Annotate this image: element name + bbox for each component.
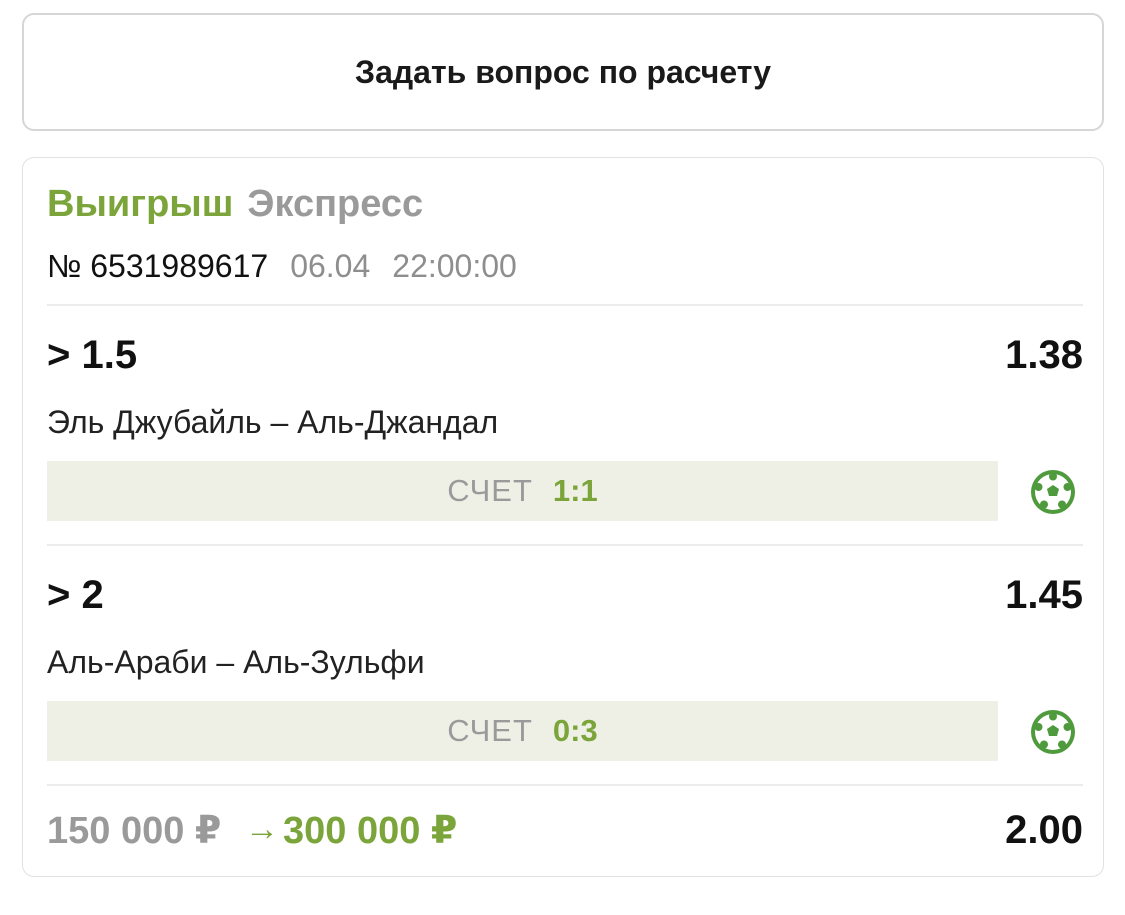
ask-settlement-question-button[interactable]: Задать вопрос по расчету: [22, 13, 1104, 131]
divider: [47, 304, 1083, 306]
leg-outcome: > 2: [47, 573, 104, 617]
bet-header: Выигрыш Экспресс: [47, 182, 423, 226]
bet-card: Выигрыш Экспресс № 6531989617 06.04 22:00:0…: [22, 157, 1104, 877]
leg-odds: 1.38: [1005, 333, 1083, 377]
bet-number: № 6531989617: [47, 248, 269, 284]
leg-score-bar: СЧЕТ 1:1: [47, 461, 998, 521]
score-label: СЧЕТ: [447, 473, 533, 508]
leg-odds: 1.45: [1005, 573, 1083, 617]
payout-amount: 300 000 ₽: [283, 810, 458, 852]
bet-leg: > 1.5 1.38 Эль Джубайль – Аль-Джандал СЧ…: [47, 308, 1083, 538]
bet-date: 06.04: [290, 248, 371, 284]
bet-summary: 150 000 ₽ → 300 000 ₽ 2.00: [47, 806, 1083, 856]
bet-leg: > 2 1.45 Аль-Араби – Аль-Зульфи СЧЕТ 0:3: [47, 548, 1083, 778]
bet-status: Выигрыш: [47, 183, 234, 225]
bet-time: 22:00:00: [392, 248, 517, 284]
score-label: СЧЕТ: [447, 713, 533, 748]
arrow-right-icon: →: [245, 810, 279, 848]
leg-match: Эль Джубайль – Аль-Джандал: [47, 404, 499, 440]
soccer-ball-icon: [1031, 710, 1075, 754]
divider: [47, 544, 1083, 546]
total-odds: 2.00: [1005, 808, 1083, 852]
ask-settlement-question-label: Задать вопрос по расчету: [355, 53, 771, 90]
stake-amount: 150 000 ₽: [47, 810, 222, 852]
divider: [47, 784, 1083, 786]
score-value: 1:1: [552, 473, 598, 508]
leg-outcome: > 1.5: [47, 333, 138, 377]
bet-type: Экспресс: [247, 183, 424, 225]
leg-score-bar: СЧЕТ 0:3: [47, 701, 998, 761]
score-value: 0:3: [552, 713, 598, 748]
leg-match: Аль-Араби – Аль-Зульфи: [47, 644, 425, 680]
bet-meta: № 6531989617 06.04 22:00:00: [47, 248, 517, 284]
soccer-ball-icon: [1031, 470, 1075, 514]
